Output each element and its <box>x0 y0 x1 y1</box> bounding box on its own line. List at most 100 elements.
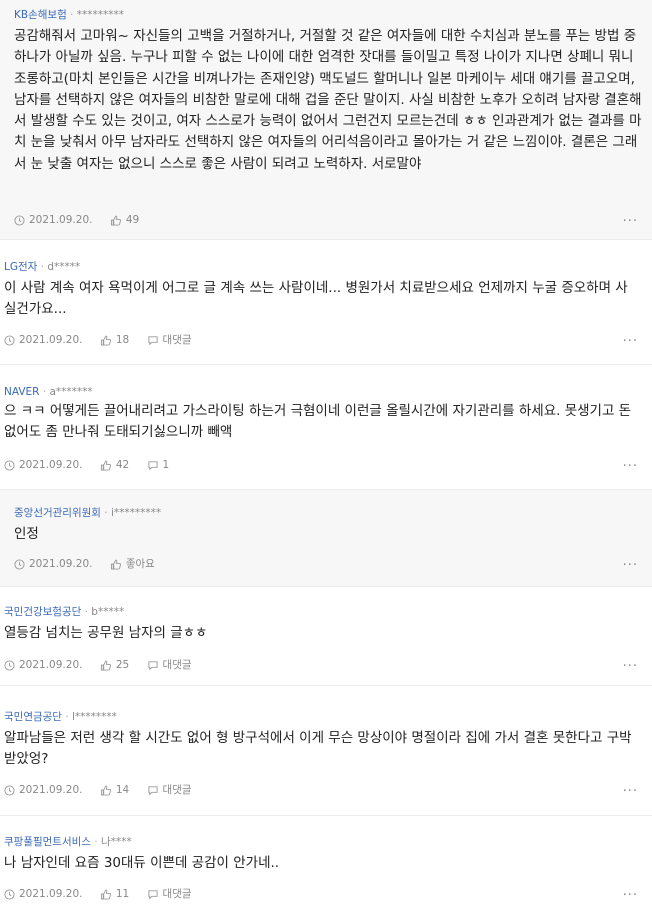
comment-item: LG전자 · d***** 이 사람 계속 여자 욕먹이게 어그로 글 계속 쓰… <box>0 240 652 365</box>
username: l******** <box>71 711 117 723</box>
comment-item: 쿠팡풀필먼트서비스 · 나**** 나 남자인데 요즘 30대듀 이쁜데 공감이… <box>0 816 652 922</box>
more-dots-icon[interactable]: ··· <box>623 460 638 473</box>
date-text: 2021.09.20. <box>19 888 83 900</box>
comment-body: 공감해줘서 고마워~ 자신들의 고백을 거절하거나, 거절할 것 같은 여자들에… <box>14 28 642 172</box>
more-dots-icon[interactable]: ··· <box>623 660 638 673</box>
date-text: 2021.09.20. <box>19 784 83 796</box>
speech-bubble-icon <box>147 889 158 899</box>
thumbs-up-icon <box>100 460 111 471</box>
more-dots-icon[interactable]: ··· <box>623 335 638 348</box>
clock-icon <box>14 214 25 226</box>
like-button[interactable]: 42 <box>100 457 129 473</box>
username: i********* <box>110 507 162 519</box>
comment-body: 이 사람 계속 여자 욕먹이게 어그로 글 계속 쓰는 사람이네... 병원가서… <box>4 280 628 318</box>
like-button[interactable]: 49 <box>110 212 139 228</box>
comment-meta: 국민건강보험공단 · b***** <box>4 606 125 618</box>
comment-body: 나 남자인데 요즘 30대듀 이쁜데 공감이 안가네.. <box>4 855 280 871</box>
speech-bubble-icon <box>147 660 158 670</box>
like-count: 49 <box>125 214 140 226</box>
comment-date: 2021.09.20. <box>14 212 92 228</box>
reply-label: 대댓글 <box>162 334 192 346</box>
date-text: 2021.09.20. <box>29 214 93 226</box>
thumbs-up-icon <box>100 660 111 671</box>
clock-icon <box>14 558 25 570</box>
comment-meta: KB손해보험 · ********* <box>14 9 124 21</box>
speech-bubble-icon <box>147 785 158 795</box>
reply-button[interactable]: 1 <box>147 457 170 473</box>
like-count: 42 <box>115 459 130 471</box>
comment-meta: LG전자 · d***** <box>4 261 81 273</box>
like-count: 18 <box>115 334 130 346</box>
like-count: 25 <box>115 659 130 671</box>
comment-actions: 2021.09.20. 49 <box>14 212 153 228</box>
company-name[interactable]: 중앙선거관리위원회 <box>14 507 101 519</box>
like-button[interactable]: 25 <box>100 657 129 673</box>
thumbs-up-icon <box>110 215 121 226</box>
more-dots-icon[interactable]: ··· <box>623 559 638 572</box>
like-button[interactable]: 좋아요 <box>110 556 155 572</box>
comment-meta: 중앙선거관리위원회 · i********* <box>14 507 162 519</box>
comment-body: 인정 <box>14 526 39 542</box>
username: ********* <box>76 9 124 21</box>
comment-date: 2021.09.20. <box>4 657 82 673</box>
like-label: 좋아요 <box>125 558 155 570</box>
comment-item: KB손해보험 · ********* 공감해줘서 고마워~ 자신들의 고백을 거… <box>0 0 652 240</box>
comment-actions: 2021.09.20. 14 대댓글 <box>4 782 206 798</box>
comment-date: 2021.09.20. <box>4 332 82 348</box>
username: a******* <box>49 386 93 398</box>
company-name[interactable]: LG전자 <box>4 261 37 273</box>
comment-body: 열등감 넘치는 공무원 남자의 글ㅎㅎ <box>4 625 208 641</box>
company-name[interactable]: 국민건강보험공단 <box>4 606 81 618</box>
reply-count: 1 <box>162 459 170 471</box>
company-name[interactable]: NAVER <box>4 386 39 398</box>
comment-body: 으 ㅋㅋ 어떻게든 끌어내리려고 가스라이팅 하는거 극혐이네 이런글 올릴시간… <box>4 403 632 441</box>
comment-meta: NAVER · a******* <box>4 386 93 398</box>
reply-label: 대댓글 <box>162 888 192 900</box>
clock-icon <box>4 459 15 471</box>
comment-meta: 쿠팡풀필먼트서비스 · 나**** <box>4 836 132 848</box>
comment-date: 2021.09.20. <box>4 782 82 798</box>
more-dots-icon[interactable]: ··· <box>623 215 638 228</box>
clock-icon <box>4 784 15 796</box>
comment-item: 중앙선거관리위원회 · i********* 인정 2021.09.20. 좋아… <box>0 490 652 587</box>
date-text: 2021.09.20. <box>19 334 83 346</box>
username: 나**** <box>100 836 132 848</box>
like-button[interactable]: 11 <box>100 886 129 902</box>
thumbs-up-icon <box>100 785 111 796</box>
comment-actions: 2021.09.20. 18 대댓글 <box>4 332 206 348</box>
comment-item: 국민건강보험공단 · b***** 열등감 넘치는 공무원 남자의 글ㅎㅎ 20… <box>0 587 652 686</box>
comment-item: NAVER · a******* 으 ㅋㅋ 어떻게든 끌어내리려고 가스라이팅 … <box>0 365 652 490</box>
comment-actions: 2021.09.20. 25 대댓글 <box>4 657 206 673</box>
comment-actions: 2021.09.20. 좋아요 <box>14 556 169 572</box>
like-count: 14 <box>115 784 130 796</box>
clock-icon <box>4 334 15 346</box>
comment-item: 국민연금공단 · l******** 알파남들은 저런 생각 할 시간도 없어 … <box>0 686 652 816</box>
like-count: 11 <box>115 888 130 900</box>
reply-button[interactable]: 대댓글 <box>147 657 192 673</box>
comment-date: 2021.09.20. <box>4 886 82 902</box>
thumbs-up-icon <box>100 335 111 346</box>
username: d***** <box>47 261 81 273</box>
comment-actions: 2021.09.20. 11 대댓글 <box>4 886 206 902</box>
speech-bubble-icon <box>147 460 158 470</box>
company-name[interactable]: KB손해보험 <box>14 9 67 21</box>
comment-actions: 2021.09.20. 42 1 <box>4 457 183 473</box>
comment-body: 알파남들은 저런 생각 할 시간도 없어 형 방구석에서 이게 무슨 망상이야 … <box>4 730 632 768</box>
company-name[interactable]: 국민연금공단 <box>4 711 62 723</box>
more-dots-icon[interactable]: ··· <box>623 889 638 902</box>
clock-icon <box>4 659 15 671</box>
like-button[interactable]: 14 <box>100 782 129 798</box>
company-name[interactable]: 쿠팡풀필먼트서비스 <box>4 836 91 848</box>
more-dots-icon[interactable]: ··· <box>623 785 638 798</box>
comment-date: 2021.09.20. <box>4 457 82 473</box>
reply-button[interactable]: 대댓글 <box>147 332 192 348</box>
date-text: 2021.09.20. <box>19 659 83 671</box>
reply-button[interactable]: 대댓글 <box>147 886 192 902</box>
date-text: 2021.09.20. <box>29 558 93 570</box>
date-text: 2021.09.20. <box>19 459 83 471</box>
reply-label: 대댓글 <box>162 784 192 796</box>
like-button[interactable]: 18 <box>100 332 129 348</box>
thumbs-up-icon <box>110 559 121 570</box>
reply-button[interactable]: 대댓글 <box>147 782 192 798</box>
comment-meta: 국민연금공단 · l******** <box>4 711 117 723</box>
